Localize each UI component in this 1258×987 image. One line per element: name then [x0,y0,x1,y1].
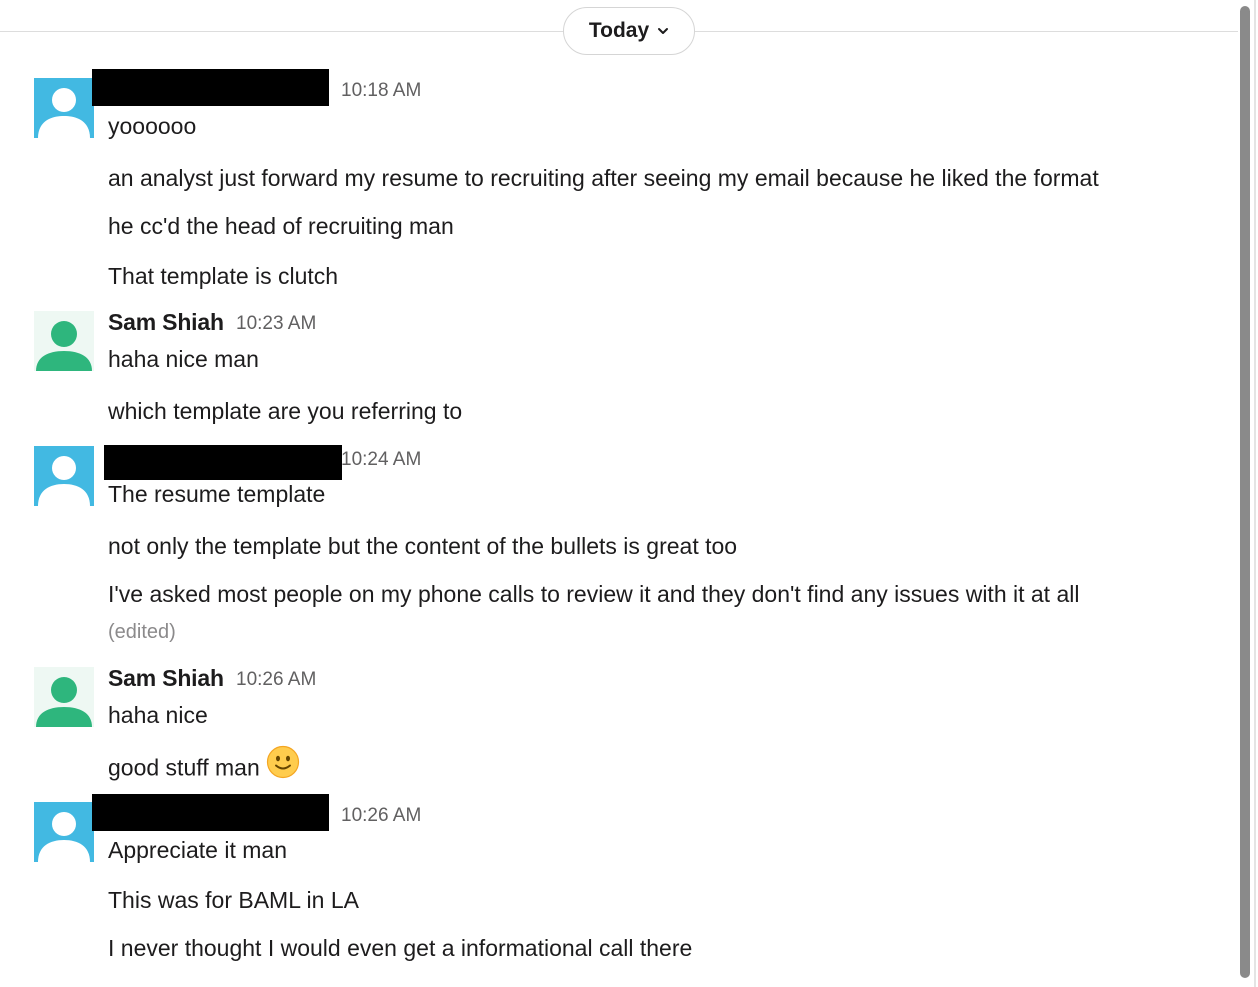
redacted-author-name [104,445,342,480]
message-text: Appreciate it man [108,837,287,863]
message-pane: Today 10:18 AM yoooooo an analyst just f… [0,0,1258,987]
message-timestamp[interactable]: 10:18 AM [341,80,421,102]
user-avatar-blue-icon[interactable] [34,802,94,862]
message-timestamp[interactable]: 10:26 AM [341,805,421,827]
redacted-author-name [92,794,329,831]
message-text: good stuff man [108,745,300,791]
message-text: not only the template but the content of… [108,533,738,559]
message-text-content: I've asked most people on my phone calls… [108,581,1080,607]
edited-label: (edited) [108,621,176,643]
message-text: yoooooo [108,113,197,139]
slightly-smiling-face-icon[interactable] [266,745,300,788]
user-avatar-green-icon[interactable] [34,667,94,727]
message-text: I never thought I would even get a infor… [108,935,693,961]
chevron-down-icon [657,25,669,37]
message-text: which template are you referring to [108,398,463,424]
day-divider-button[interactable]: Today [563,7,695,55]
message-text: The resume template [108,481,326,507]
message-timestamp[interactable]: 10:23 AM [236,313,316,335]
message-timestamp[interactable]: 10:26 AM [236,669,316,691]
user-avatar-blue-icon[interactable] [34,446,94,506]
message-text: This was for BAML in LA [108,887,359,913]
author-name[interactable]: Sam Shiah [108,309,224,336]
user-avatar-green-icon[interactable] [34,311,94,371]
scrollbar-track [1254,0,1256,987]
message-text: haha nice [108,702,208,728]
scrollbar-thumb[interactable] [1240,6,1250,978]
redacted-author-name [92,69,329,106]
author-name[interactable]: Sam Shiah [108,665,224,692]
message-text: an analyst just forward my resume to rec… [108,165,1099,191]
message-text: he cc'd the head of recruiting man [108,213,454,239]
message-text: I've asked most people on my phone calls… [108,576,1138,650]
day-divider-label: Today [588,19,650,42]
message-text-content: good stuff man [108,754,260,781]
message-text: That template is clutch [108,263,339,289]
message-text: haha nice man [108,346,259,372]
user-avatar-blue-icon[interactable] [34,78,94,138]
message-timestamp[interactable]: 10:24 AM [341,449,421,471]
